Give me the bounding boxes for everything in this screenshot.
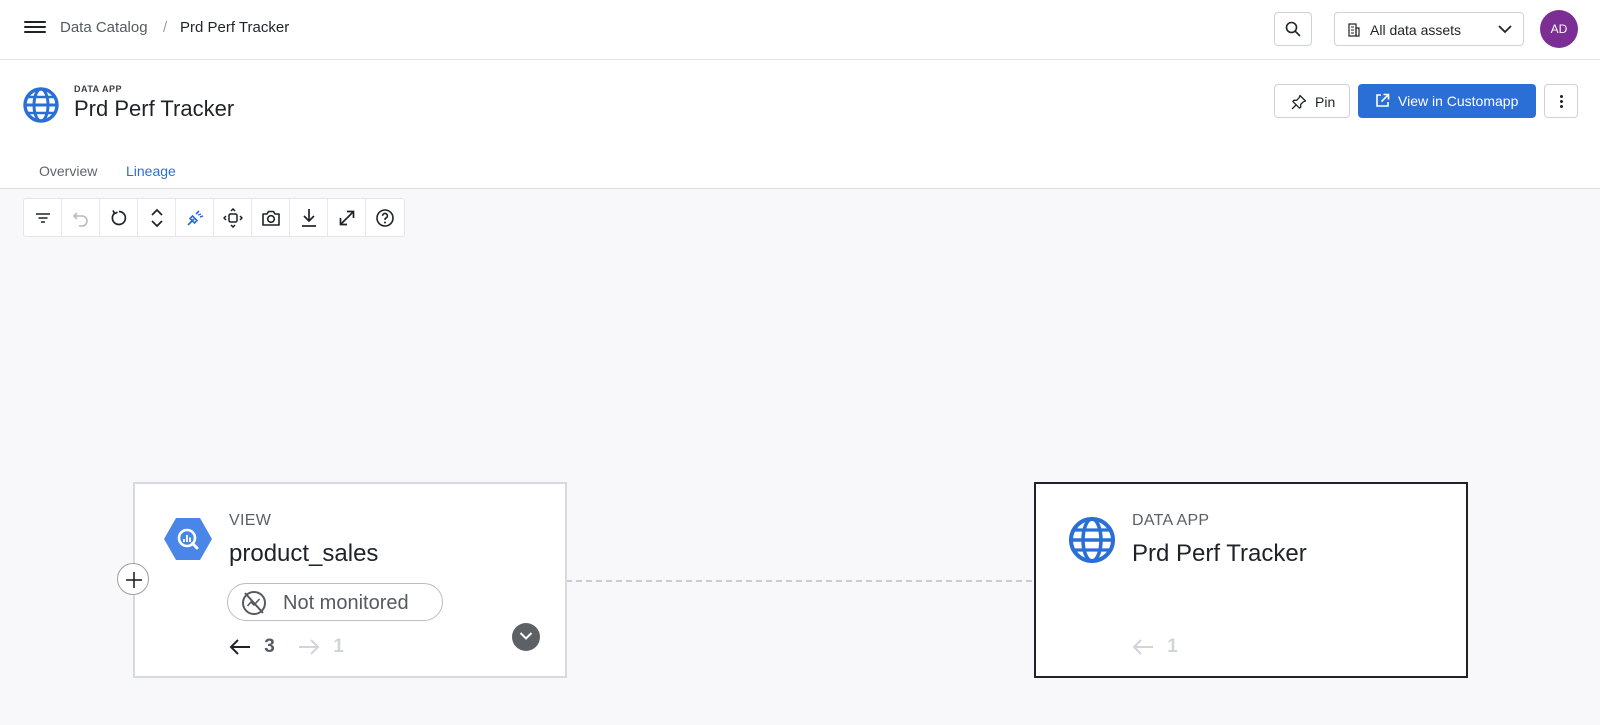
arrow-left-icon bbox=[229, 639, 250, 655]
node-kind-label: DATA APP bbox=[1132, 512, 1210, 529]
downstream-count-value: 1 bbox=[333, 636, 344, 657]
breadcrumb-separator: / bbox=[163, 19, 168, 36]
help-button[interactable] bbox=[366, 199, 404, 236]
highlight-button[interactable] bbox=[176, 199, 214, 236]
avatar[interactable]: AD bbox=[1540, 10, 1578, 48]
fit-view-button[interactable] bbox=[214, 199, 252, 236]
more-dot bbox=[1560, 95, 1563, 98]
highlight-icon bbox=[186, 209, 203, 226]
add-upstream-button[interactable] bbox=[117, 563, 149, 595]
download-button[interactable] bbox=[290, 199, 328, 236]
view-in-app-label: View in Customapp bbox=[1398, 93, 1519, 109]
expand-node-button[interactable] bbox=[512, 623, 540, 651]
asset-kind-label: DATA APP bbox=[74, 84, 122, 94]
chevron-down-icon bbox=[1498, 25, 1512, 34]
fit-view-icon bbox=[222, 207, 243, 228]
arrow-right-icon bbox=[299, 639, 320, 655]
refresh-icon bbox=[111, 209, 126, 225]
status-badge-label: Not monitored bbox=[283, 592, 409, 614]
undo-button[interactable] bbox=[62, 199, 100, 236]
search-button[interactable] bbox=[1274, 12, 1312, 46]
more-dot bbox=[1560, 100, 1563, 103]
tab-overview[interactable]: Overview bbox=[39, 163, 97, 189]
pin-label: Pin bbox=[1315, 94, 1336, 110]
lineage-edge bbox=[566, 580, 1032, 582]
help-icon bbox=[376, 208, 394, 227]
refresh-button[interactable] bbox=[100, 199, 138, 236]
upstream-count-value: 1 bbox=[1167, 636, 1178, 657]
plus-icon bbox=[126, 572, 142, 588]
fullscreen-button[interactable] bbox=[328, 199, 366, 236]
tab-lineage[interactable]: Lineage bbox=[112, 163, 190, 191]
filter-icon bbox=[35, 212, 50, 223]
lineage-toolbar bbox=[23, 198, 405, 237]
expand-collapse-icon bbox=[150, 208, 163, 227]
download-icon bbox=[301, 208, 316, 227]
upstream-count-value: 3 bbox=[264, 636, 275, 657]
upstream-count[interactable]: 3 bbox=[229, 636, 275, 658]
building-icon bbox=[1348, 23, 1360, 37]
downstream-count[interactable]: 1 bbox=[298, 636, 344, 658]
pin-icon bbox=[1291, 94, 1307, 110]
external-link-icon bbox=[1376, 93, 1390, 107]
bigquery-view-icon bbox=[164, 518, 212, 560]
view-in-app-button[interactable]: View in Customapp bbox=[1358, 84, 1536, 118]
breadcrumb-current: Prd Perf Tracker bbox=[180, 19, 290, 36]
expand-collapse-button[interactable] bbox=[138, 199, 176, 236]
more-options-button[interactable] bbox=[1544, 84, 1578, 118]
camera-icon bbox=[261, 210, 280, 226]
filter-button[interactable] bbox=[24, 199, 62, 236]
breadcrumb-data-catalog[interactable]: Data Catalog bbox=[60, 19, 148, 36]
undo-icon bbox=[72, 211, 88, 227]
fullscreen-icon bbox=[339, 210, 354, 225]
node-title: Prd Perf Tracker bbox=[1132, 540, 1307, 567]
arrow-left-icon bbox=[1132, 639, 1153, 655]
menu-icon[interactable] bbox=[24, 18, 46, 40]
node-title: product_sales bbox=[229, 540, 379, 567]
upstream-count[interactable]: 1 bbox=[1132, 636, 1178, 658]
top-bar: Data Catalog / Prd Perf Tracker All data… bbox=[0, 0, 1600, 60]
asset-type-select[interactable]: All data assets bbox=[1334, 12, 1524, 46]
globe-icon bbox=[1069, 517, 1115, 563]
lineage-node-view[interactable]: VIEW product_sales bbox=[133, 482, 567, 678]
page-title: Prd Perf Tracker bbox=[74, 96, 235, 121]
chevron-down-icon bbox=[519, 632, 533, 640]
screenshot-button[interactable] bbox=[252, 199, 290, 236]
node-kind-label: VIEW bbox=[229, 512, 272, 529]
globe-icon bbox=[23, 87, 59, 123]
search-icon bbox=[1285, 21, 1301, 37]
asset-select-label: All data assets bbox=[1370, 22, 1462, 38]
lineage-node-data-app[interactable]: DATA APP Prd Perf Tracker 1 bbox=[1034, 482, 1468, 678]
more-dot bbox=[1560, 105, 1563, 108]
not-monitored-icon bbox=[242, 591, 266, 615]
pin-button[interactable]: Pin bbox=[1274, 84, 1350, 118]
status-badge: Not monitored bbox=[227, 583, 443, 621]
